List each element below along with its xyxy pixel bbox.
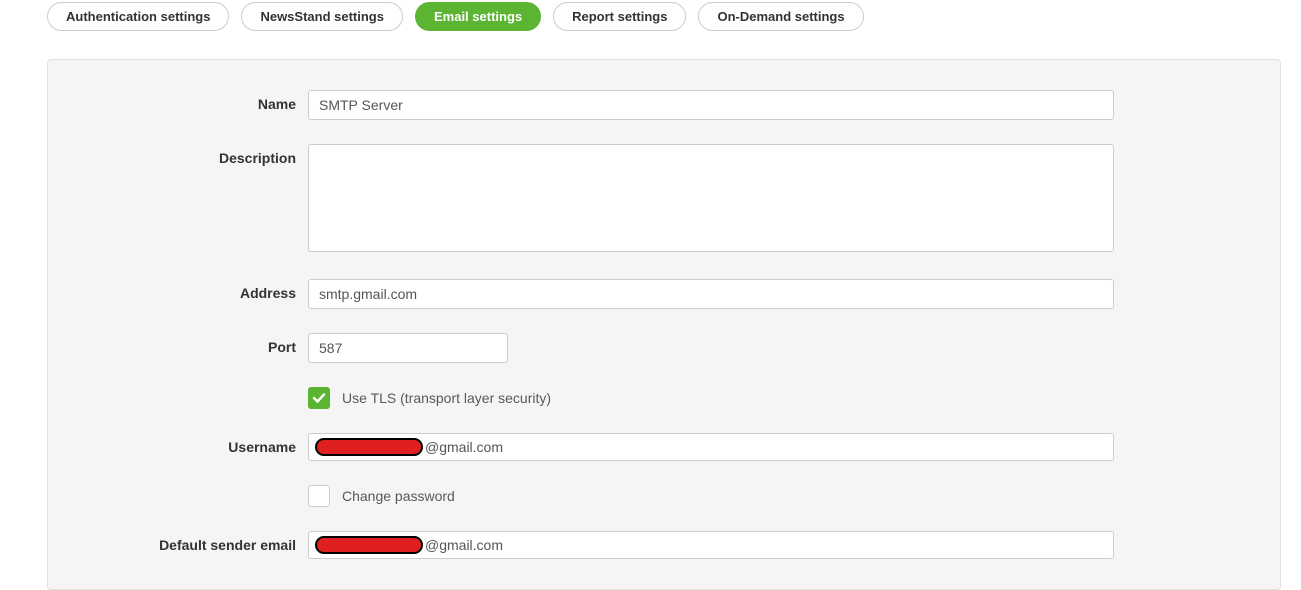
port-label: Port	[48, 333, 308, 355]
name-input[interactable]	[308, 90, 1114, 120]
address-input[interactable]	[308, 279, 1114, 309]
address-label: Address	[48, 279, 308, 301]
default-sender-input[interactable]: @gmail.com	[308, 531, 1114, 559]
use-tls-checkbox[interactable]	[308, 387, 330, 409]
use-tls-label: Use TLS (transport layer security)	[342, 390, 551, 406]
redacted-username	[315, 438, 423, 456]
port-input[interactable]	[308, 333, 508, 363]
check-icon	[312, 391, 326, 405]
default-sender-suffix: @gmail.com	[425, 537, 503, 553]
email-settings-panel: Name Description Address Port	[47, 59, 1281, 590]
description-label: Description	[48, 144, 308, 166]
tab-email[interactable]: Email settings	[415, 2, 541, 31]
username-label: Username	[48, 433, 308, 455]
tab-newsstand[interactable]: NewsStand settings	[241, 2, 403, 31]
name-label: Name	[48, 90, 308, 112]
tab-authentication[interactable]: Authentication settings	[47, 2, 229, 31]
username-suffix: @gmail.com	[425, 439, 503, 455]
tab-report[interactable]: Report settings	[553, 2, 686, 31]
tab-ondemand[interactable]: On-Demand settings	[698, 2, 863, 31]
change-password-label: Change password	[342, 488, 455, 504]
description-input[interactable]	[308, 144, 1114, 252]
redacted-sender	[315, 536, 423, 554]
default-sender-label: Default sender email	[48, 531, 308, 553]
change-password-checkbox[interactable]	[308, 485, 330, 507]
settings-tabs: Authentication settings NewsStand settin…	[47, 2, 1301, 31]
username-input[interactable]: @gmail.com	[308, 433, 1114, 461]
